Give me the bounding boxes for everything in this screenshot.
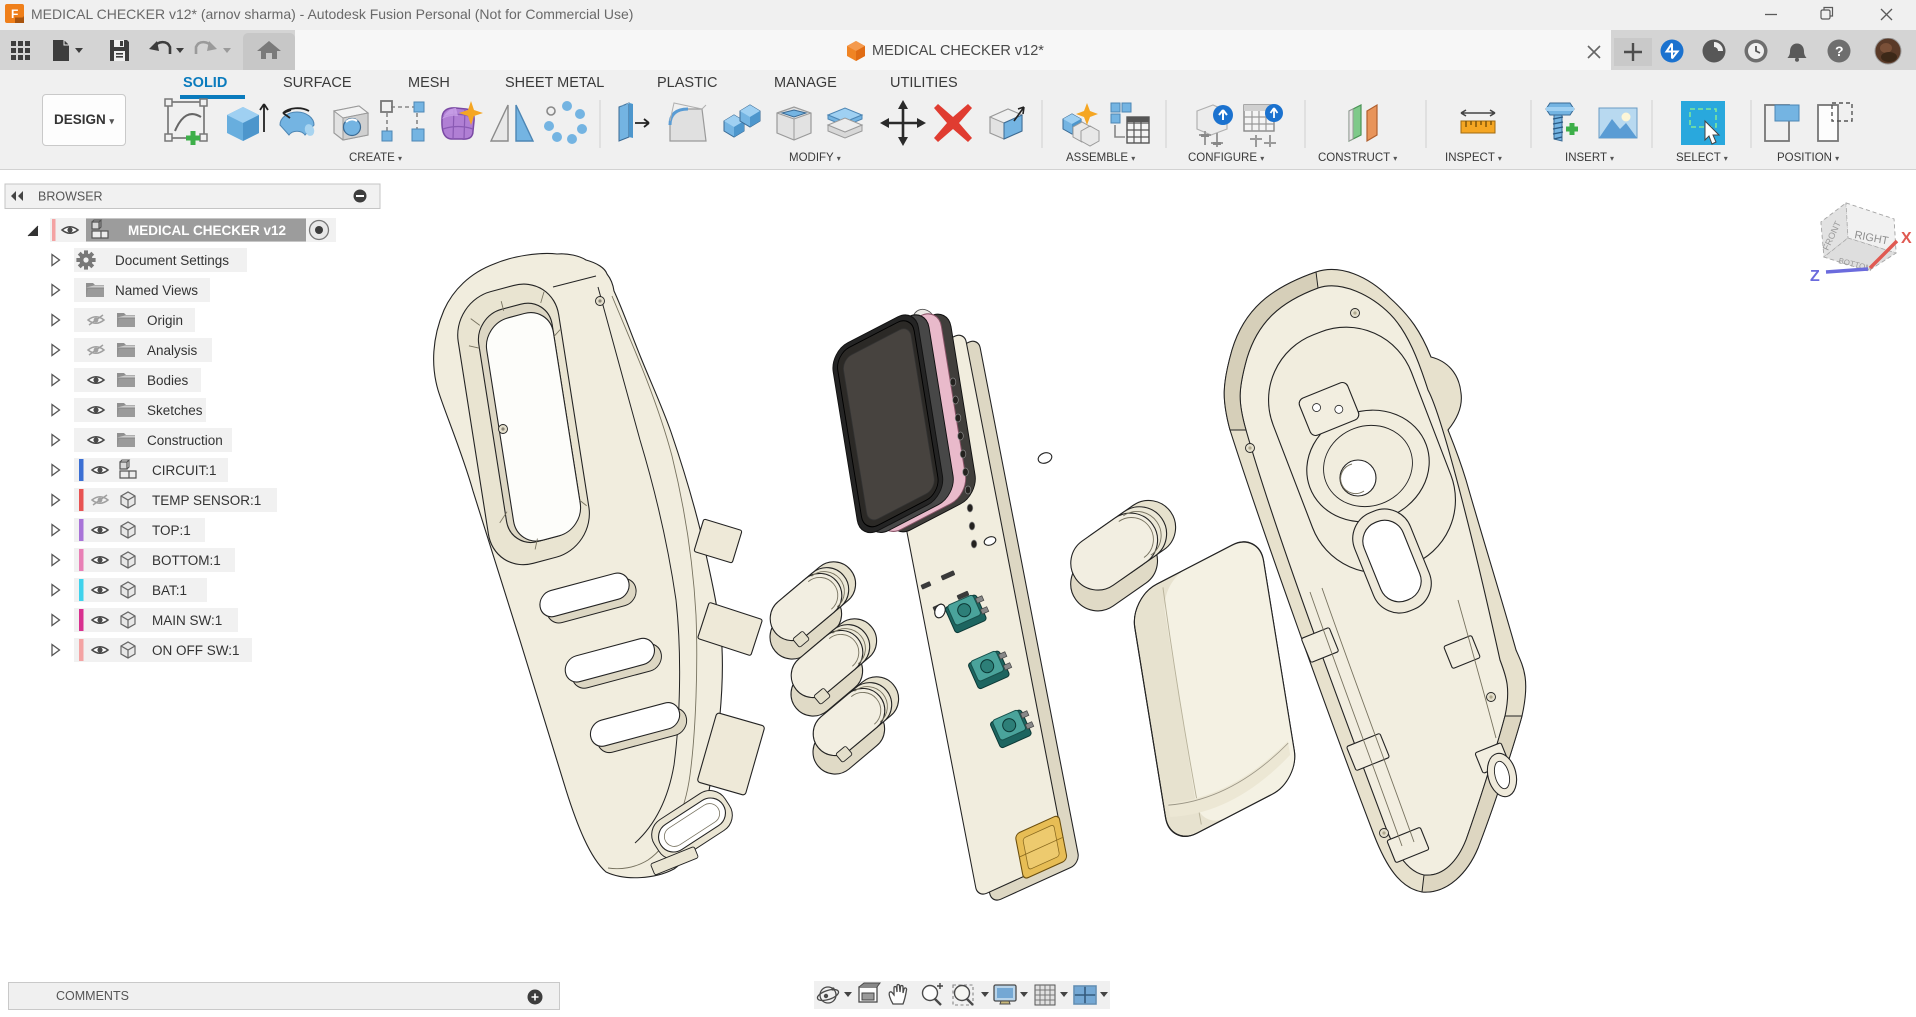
svg-text:X: X xyxy=(1901,230,1912,247)
svg-text:BROWSER: BROWSER xyxy=(38,190,103,204)
svg-text:TOP:1: TOP:1 xyxy=(152,523,191,538)
svg-text:ON OFF SW:1: ON OFF SW:1 xyxy=(152,643,240,658)
svg-text:Document Settings: Document Settings xyxy=(115,253,229,268)
svg-text:Bodies: Bodies xyxy=(147,373,189,388)
svg-text:Origin: Origin xyxy=(147,313,183,328)
svg-text:Named Views: Named Views xyxy=(115,283,198,298)
svg-text:BOTTOM:1: BOTTOM:1 xyxy=(152,553,221,568)
svg-text:Construction: Construction xyxy=(147,433,223,448)
svg-text:MEDICAL CHECKER v12: MEDICAL CHECKER v12 xyxy=(128,223,286,238)
svg-text:Sketches: Sketches xyxy=(147,403,203,418)
svg-text:Z: Z xyxy=(1810,268,1820,285)
svg-text:CIRCUIT:1: CIRCUIT:1 xyxy=(152,463,217,478)
svg-text:Analysis: Analysis xyxy=(147,343,198,358)
svg-text:BAT:1: BAT:1 xyxy=(152,583,187,598)
svg-text:MAIN SW:1: MAIN SW:1 xyxy=(152,613,222,628)
svg-text:TEMP SENSOR:1: TEMP SENSOR:1 xyxy=(152,493,261,508)
